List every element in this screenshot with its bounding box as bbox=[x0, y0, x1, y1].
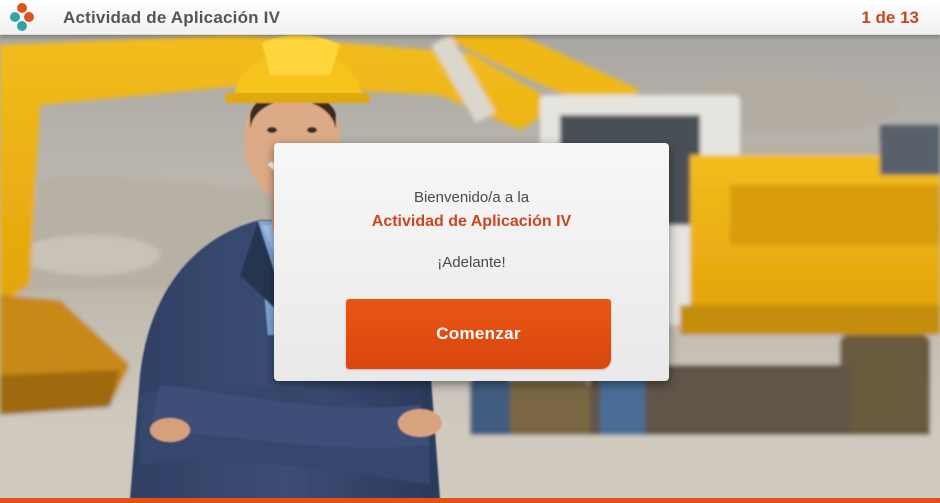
bottom-accent-bar bbox=[0, 498, 940, 503]
welcome-dialog: Bienvenido/a a la Actividad de Aplicació… bbox=[274, 143, 669, 381]
activity-name: Actividad de Aplicación IV bbox=[371, 213, 572, 230]
logo-icon bbox=[10, 3, 34, 31]
encouragement-text: ¡Adelante! bbox=[437, 254, 506, 271]
header-bar: Actividad de Aplicación IV 1 de 13 bbox=[0, 0, 940, 35]
app-window: Actividad de Aplicación IV 1 de 13 Bienv… bbox=[0, 0, 940, 503]
welcome-text: Bienvenido/a a la bbox=[413, 189, 530, 206]
app-title: Actividad de Aplicación IV bbox=[63, 8, 281, 27]
page-counter: 1 de 13 bbox=[861, 8, 919, 27]
start-button[interactable]: Comenzar bbox=[346, 299, 611, 369]
